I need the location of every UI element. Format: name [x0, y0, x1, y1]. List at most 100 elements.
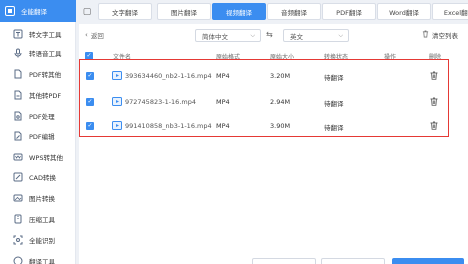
pdf-process-icon [13, 111, 23, 121]
to-pdf-icon [13, 90, 23, 100]
file-format: MP4 [216, 98, 230, 106]
sidebar-item-pdf-process[interactable]: PDF处理 [0, 106, 76, 126]
tab-label: PDF翻译 [336, 8, 362, 17]
target-language-value: 英文 [290, 32, 303, 41]
sidebar-active-label: 全能翻译 [21, 8, 47, 16]
chevron-down-icon: ⌵ [250, 32, 255, 39]
file-size: 2.94M [270, 98, 291, 106]
tab-label: 音频翻译 [281, 8, 307, 17]
sidebar-item-label: 转文字工具 [29, 31, 62, 39]
chevron-down-icon: ⌵ [338, 32, 343, 39]
file-status: 待翻译 [324, 100, 344, 108]
header-format: 原始格式 [216, 54, 241, 61]
sidebar-item-recognize[interactable]: 全能识别 [0, 230, 76, 250]
file-size: 3.90M [270, 122, 291, 130]
tab-bar: ▢ 文字翻译 图片翻译 视频翻译 音频翻译 PDF翻译 Word翻译 Excel… [76, 0, 468, 22]
header-status: 转换状态 [324, 54, 349, 61]
bottom-button[interactable] [252, 258, 316, 264]
sidebar-item-to-pdf[interactable]: 其他转PDF [0, 85, 76, 105]
sidebar-item-label: WPS转其他 [29, 154, 63, 162]
tab-pdf-translate[interactable]: PDF翻译 [322, 3, 376, 20]
grid-icon [5, 6, 15, 16]
tab-label: Excel翻译 [443, 8, 468, 17]
start-button[interactable] [392, 258, 464, 264]
sidebar-item-label: 翻译工具 [29, 258, 55, 264]
sidebar-item-wps[interactable]: WPS转其他 [0, 147, 76, 167]
voice-tool-icon [13, 48, 23, 58]
file-name: 972745823-1-16.mp4 [125, 98, 196, 106]
table-row[interactable]: ✓ 991410858_nb3-1-16.mp4 MP4 3.90M 待翻译 [79, 113, 468, 139]
sidebar-item-pdf-edit[interactable]: PDF编辑 [0, 126, 76, 146]
source-language-select[interactable]: 简体中文 ⌵ [195, 29, 261, 42]
file-format: MP4 [216, 72, 230, 80]
sidebar-item-label: PDF转其他 [29, 71, 62, 79]
tab-label: 文字翻译 [112, 8, 138, 17]
tab-word-translate[interactable]: Word翻译 [377, 3, 431, 20]
file-name: 991410858_nb3-1-16.mp4 [125, 122, 212, 130]
file-status: 待翻译 [324, 74, 344, 82]
trash-icon [422, 30, 429, 40]
row-checkbox[interactable]: ✓ [86, 122, 94, 130]
pdf-edit-icon [13, 131, 23, 141]
trash-icon[interactable] [430, 71, 438, 80]
tab-label: 图片翻译 [171, 8, 197, 17]
tab-label: 视频翻译 [226, 8, 252, 17]
tab-text-translate[interactable]: 文字翻译 [98, 3, 152, 20]
video-file-icon [112, 97, 122, 106]
sidebar-item-label: PDF编辑 [29, 133, 55, 141]
pdf-convert-icon [13, 69, 23, 79]
sidebar-item-label: 全能识别 [29, 237, 55, 245]
tab-label: Word翻译 [389, 8, 419, 17]
translate-icon [13, 256, 23, 264]
table-row[interactable]: ✓ 393634460_nb2-1-16.mp4 MP4 3.20M 待翻译 [79, 63, 468, 89]
bottom-button[interactable] [321, 258, 385, 264]
tab-image-translate[interactable]: 图片翻译 [157, 3, 211, 20]
row-checkbox[interactable]: ✓ [86, 72, 94, 80]
file-name: 393634460_nb2-1-16.mp4 [125, 72, 212, 80]
sidebar-item-cad[interactable]: CAD转换 [0, 167, 76, 187]
wps-icon [13, 152, 23, 162]
doc-icon[interactable]: ▢ [80, 4, 94, 19]
row-checkbox[interactable]: ✓ [86, 98, 94, 106]
tab-excel-translate[interactable]: Excel翻译 [432, 3, 468, 20]
file-format: MP4 [216, 122, 230, 130]
target-language-select[interactable]: 英文 ⌵ [283, 29, 349, 42]
table-row[interactable]: ✓ 972745823-1-16.mp4 MP4 2.94M 待翻译 [79, 89, 468, 115]
sidebar-item-pdf-convert[interactable]: PDF转其他 [0, 64, 76, 84]
trash-icon[interactable] [430, 121, 438, 130]
select-all-checkbox[interactable]: ✓ [85, 52, 93, 60]
file-status: 待翻译 [324, 124, 344, 132]
header-name: 文件名 [113, 54, 132, 61]
sidebar-item-image[interactable]: 图片转换 [0, 188, 76, 208]
main-panel: ‹ 返回 简体中文 ⌵ ⇆ 英文 ⌵ 清空列表 ✓ 文件名 原始格式 原始大小 … [79, 24, 468, 264]
tab-video-translate[interactable]: 视频翻译 [212, 3, 266, 20]
sidebar-item-translate[interactable]: 翻译工具 [0, 251, 76, 264]
sidebar-item-label: PDF处理 [29, 113, 55, 121]
tab-audio-translate[interactable]: 音频翻译 [267, 3, 321, 20]
sidebar-item-label: CAD转换 [29, 174, 56, 182]
sidebar-item-voice-tool[interactable]: 转语音工具 [0, 43, 76, 63]
video-file-icon [112, 121, 122, 130]
trash-icon[interactable] [430, 97, 438, 106]
sidebar-item-text-tool[interactable]: 转文字工具 [0, 24, 76, 44]
clear-list-label: 清空列表 [432, 32, 458, 40]
swap-icon[interactable]: ⇆ [266, 30, 273, 39]
app-window: 全能翻译 转文字工具 转语音工具 PDF转其他 其他转PDF PDF处理 PDF… [0, 0, 468, 264]
header-delete: 删除 [429, 54, 442, 61]
back-label: 返回 [90, 32, 104, 40]
back-button[interactable]: ‹ 返回 [85, 30, 104, 40]
sidebar-item-label: 其他转PDF [29, 92, 62, 100]
sidebar-item-label: 压缩工具 [29, 216, 55, 224]
sidebar-item-label: 转语音工具 [29, 50, 62, 58]
chevron-left-icon: ‹ [85, 31, 88, 39]
sidebar-item-all-translate[interactable]: 全能翻译 [0, 0, 76, 22]
sidebar-item-compress[interactable]: 压缩工具 [0, 209, 76, 229]
sidebar-item-label: 图片转换 [29, 195, 55, 203]
video-file-icon [112, 71, 122, 80]
header-size: 原始大小 [270, 54, 295, 61]
clear-list-button[interactable]: 清空列表 [422, 30, 458, 40]
recognize-icon [13, 235, 23, 245]
text-tool-icon [13, 29, 23, 39]
image-icon [13, 193, 23, 203]
table-header: ✓ 文件名 原始格式 原始大小 转换状态 操作 删除 [79, 50, 468, 63]
